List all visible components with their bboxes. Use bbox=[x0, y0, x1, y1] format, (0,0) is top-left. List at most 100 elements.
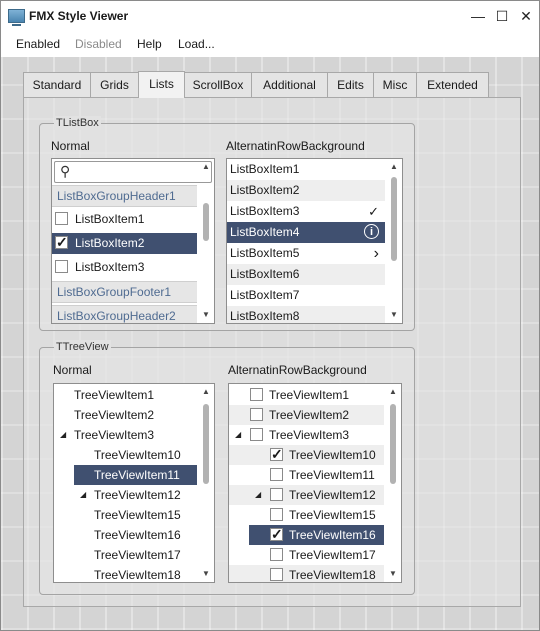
checkbox[interactable] bbox=[55, 212, 68, 225]
listbox-alternating[interactable]: ListBoxItem1 ListBoxItem2 ListBoxItem3 ✓ Lis… bbox=[226, 158, 403, 324]
checked-checkbox[interactable]: ✓ bbox=[270, 447, 283, 461]
scrollbar-thumb[interactable] bbox=[390, 404, 396, 484]
list-item[interactable]: ListBoxItem2 bbox=[227, 180, 385, 201]
menu-help[interactable]: Help bbox=[137, 37, 162, 51]
tree-item[interactable]: ◢ TreeViewItem3 bbox=[229, 425, 384, 445]
tree-item[interactable]: TreeViewItem15 bbox=[54, 505, 197, 525]
listbox-search-input[interactable]: ⚲ bbox=[54, 161, 212, 183]
tree-item-label: TreeViewItem12 bbox=[289, 488, 376, 502]
tree-item[interactable]: TreeViewItem11 bbox=[229, 465, 384, 485]
scrollbar-thumb[interactable] bbox=[391, 177, 397, 261]
scroll-down-arrow-icon[interactable]: ▼ bbox=[387, 309, 401, 321]
checkbox[interactable] bbox=[250, 388, 263, 401]
scroll-down-arrow-icon[interactable]: ▼ bbox=[199, 568, 213, 580]
list-item[interactable]: ListBoxItem8 bbox=[227, 306, 385, 323]
list-group-header[interactable]: ListBoxGroupHeader1 bbox=[52, 185, 197, 207]
tab-extended[interactable]: Extended bbox=[416, 72, 489, 97]
close-button[interactable]: ✕ bbox=[515, 5, 537, 27]
tree-item[interactable]: TreeViewItem1 bbox=[229, 385, 384, 405]
checkbox[interactable] bbox=[270, 488, 283, 501]
vertical-scrollbar[interactable]: ▲ ▼ bbox=[199, 384, 213, 582]
tree-item[interactable]: TreeViewItem18 bbox=[54, 565, 197, 582]
list-item[interactable]: ListBoxItem3 ✓ bbox=[227, 201, 385, 222]
tree-item[interactable]: ◢ TreeViewItem12 bbox=[229, 485, 384, 505]
tab-misc[interactable]: Misc bbox=[373, 72, 417, 97]
list-group-header[interactable]: ListBoxGroupFooter1 bbox=[52, 281, 197, 303]
expander-triangle-icon[interactable]: ◢ bbox=[60, 425, 66, 445]
tree-item-label: TreeViewItem18 bbox=[94, 568, 181, 582]
list-item[interactable]: ListBoxItem1 bbox=[227, 159, 385, 180]
scrollbar-thumb[interactable] bbox=[203, 404, 209, 484]
expander-triangle-icon[interactable]: ◢ bbox=[235, 425, 241, 445]
checkbox[interactable] bbox=[250, 428, 263, 441]
tree-item[interactable]: TreeViewItem2 bbox=[229, 405, 384, 425]
scroll-down-arrow-icon[interactable]: ▼ bbox=[386, 568, 400, 580]
tab-additional[interactable]: Additional bbox=[251, 72, 328, 97]
tree-item[interactable]: TreeViewItem10 bbox=[54, 445, 197, 465]
checkbox[interactable] bbox=[250, 408, 263, 421]
listbox-group: TListBox Normal AlternatinRowBackground … bbox=[39, 116, 415, 331]
tree-item[interactable]: TreeViewItem16 bbox=[54, 525, 197, 545]
vertical-scrollbar[interactable]: ▲ ▼ bbox=[386, 384, 400, 582]
list-item[interactable]: ✓ ListBoxItem2 bbox=[52, 233, 197, 254]
tree-item[interactable]: TreeViewItem17 bbox=[54, 545, 197, 565]
checkbox[interactable] bbox=[55, 260, 68, 273]
tree-item[interactable]: ✓ TreeViewItem16 bbox=[249, 525, 384, 545]
list-item[interactable]: ListBoxItem4 i bbox=[227, 222, 385, 243]
tree-item[interactable]: ✓ TreeViewItem10 bbox=[229, 445, 384, 465]
tab-standard[interactable]: Standard bbox=[23, 72, 91, 97]
scroll-up-arrow-icon[interactable]: ▲ bbox=[386, 386, 400, 398]
listbox-normal[interactable]: ⚲ ListBoxGroupHeader1 ListBoxItem1 ✓ ListBo… bbox=[51, 158, 215, 324]
list-item[interactable]: ListBoxItem1 bbox=[52, 209, 197, 230]
scroll-up-arrow-icon[interactable]: ▲ bbox=[387, 161, 401, 173]
tree-item-label: TreeViewItem16 bbox=[94, 528, 181, 542]
title-bar[interactable]: FMX Style Viewer — ☐ ✕ bbox=[1, 1, 539, 31]
menu-disabled[interactable]: Disabled bbox=[75, 37, 122, 51]
tree-item[interactable]: TreeViewItem17 bbox=[229, 545, 384, 565]
treeview-alternating[interactable]: TreeViewItem1 TreeViewItem2 ◢ TreeViewItem3… bbox=[228, 383, 402, 583]
tree-item-label: TreeViewItem2 bbox=[74, 408, 155, 422]
menu-bar: Enabled Disabled Help Load... bbox=[1, 31, 539, 57]
list-group-header[interactable]: ListBoxGroupHeader2 bbox=[52, 305, 197, 323]
checkbox[interactable] bbox=[270, 508, 283, 521]
scroll-down-arrow-icon[interactable]: ▼ bbox=[199, 309, 213, 321]
expander-triangle-icon[interactable]: ◢ bbox=[80, 485, 86, 505]
vertical-scrollbar[interactable]: ▲ ▼ bbox=[199, 159, 213, 323]
tab-edits[interactable]: Edits bbox=[327, 72, 374, 97]
tree-item[interactable]: TreeViewItem15 bbox=[229, 505, 384, 525]
tab-scrollbox[interactable]: ScrollBox bbox=[184, 72, 252, 97]
tree-item[interactable]: TreeViewItem11 bbox=[74, 465, 197, 485]
tree-item[interactable]: TreeViewItem2 bbox=[54, 405, 197, 425]
tab-grids[interactable]: Grids bbox=[90, 72, 139, 97]
tree-item[interactable]: TreeViewItem18 bbox=[229, 565, 384, 582]
scroll-up-arrow-icon[interactable]: ▲ bbox=[199, 161, 213, 173]
info-icon[interactable]: i bbox=[364, 224, 379, 239]
tree-item[interactable]: TreeViewItem1 bbox=[54, 385, 197, 405]
tree-item-label: TreeViewItem10 bbox=[289, 448, 376, 462]
scrollbar-thumb[interactable] bbox=[203, 203, 209, 241]
expander-triangle-icon[interactable]: ◢ bbox=[255, 485, 261, 505]
checkbox[interactable] bbox=[270, 548, 283, 561]
tree-item[interactable]: ◢ TreeViewItem3 bbox=[54, 425, 197, 445]
treeview-normal[interactable]: TreeViewItem1 TreeViewItem2 ◢ TreeViewItem3… bbox=[53, 383, 215, 583]
list-item[interactable]: ListBoxItem5 › bbox=[227, 243, 385, 264]
minimize-button[interactable]: — bbox=[467, 5, 489, 27]
list-item[interactable]: ListBoxItem7 bbox=[227, 285, 385, 306]
menu-enabled[interactable]: Enabled bbox=[16, 37, 60, 51]
checkbox[interactable] bbox=[270, 468, 283, 481]
tree-item[interactable]: ◢ TreeViewItem12 bbox=[54, 485, 197, 505]
checked-checkbox[interactable]: ✓ bbox=[270, 527, 283, 541]
window-title: FMX Style Viewer bbox=[29, 9, 129, 23]
list-item[interactable]: ListBoxItem3 bbox=[52, 257, 197, 278]
checked-checkbox[interactable]: ✓ bbox=[55, 235, 68, 249]
tab-lists[interactable]: Lists bbox=[138, 71, 185, 98]
maximize-button[interactable]: ☐ bbox=[491, 5, 513, 27]
menu-load[interactable]: Load... bbox=[178, 37, 215, 51]
chevron-right-icon[interactable]: › bbox=[374, 243, 379, 264]
treeview-group: TTreeView Normal AlternatinRowBackground… bbox=[39, 340, 415, 595]
scroll-up-arrow-icon[interactable]: ▲ bbox=[199, 386, 213, 398]
vertical-scrollbar[interactable]: ▲ ▼ bbox=[387, 159, 401, 323]
checkbox[interactable] bbox=[270, 568, 283, 581]
list-item[interactable]: ListBoxItem6 bbox=[227, 264, 385, 285]
list-item-label: ListBoxItem6 bbox=[230, 267, 300, 281]
